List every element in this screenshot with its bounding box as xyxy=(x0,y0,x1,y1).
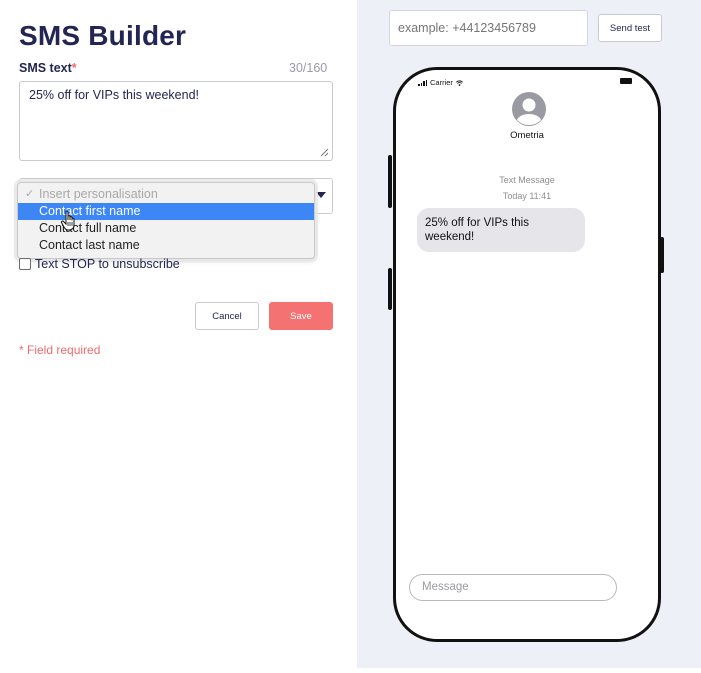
hand-pointer-icon xyxy=(60,210,75,231)
preview-panel: Send test Carrier Ometria Text Message T… xyxy=(357,0,701,668)
test-phone-input[interactable] xyxy=(389,10,588,46)
contact-name: Ometria xyxy=(510,130,544,141)
battery-icon xyxy=(620,78,632,84)
person-avatar-icon xyxy=(512,92,546,126)
status-bar: Carrier xyxy=(418,78,463,87)
dropdown-option-placeholder: ✓ Insert personalisation xyxy=(18,186,314,203)
check-icon: ✓ xyxy=(25,188,35,200)
required-asterisk: * xyxy=(71,61,77,75)
resize-handle-icon[interactable] xyxy=(320,148,329,157)
sms-text-value: 25% off for VIPs this weekend! xyxy=(29,88,200,102)
carrier-label: Carrier xyxy=(430,78,453,87)
send-test-button[interactable]: Send test xyxy=(598,14,662,42)
message-timestamp: Today 11:41 xyxy=(502,191,552,201)
message-type-label: Text Message xyxy=(499,175,555,185)
signal-bars-icon xyxy=(418,79,427,86)
phone-volume-down-button xyxy=(388,268,392,310)
dropdown-option-label: Contact last name xyxy=(39,238,140,252)
cancel-button[interactable]: Cancel xyxy=(195,302,259,330)
dropdown-option-label: Insert personalisation xyxy=(39,187,158,201)
save-button[interactable]: Save xyxy=(269,302,333,330)
stop-checkbox[interactable] xyxy=(19,258,31,270)
sms-builder-panel: SMS Builder SMS text* 30/160 25% off for… xyxy=(0,0,357,673)
stop-unsubscribe-row[interactable]: Text STOP to unsubscribe xyxy=(19,257,180,271)
dropdown-option-contact-last-name[interactable]: Contact last name xyxy=(18,237,314,254)
message-input[interactable]: Message xyxy=(409,574,617,601)
phone-mockup: Carrier Ometria Text Message Today 11:41… xyxy=(393,67,661,642)
message-bubble: 25% off for VIPs this weekend! xyxy=(417,208,585,252)
phone-power-button xyxy=(660,237,664,273)
phone-volume-up-button xyxy=(388,155,392,208)
stop-checkbox-label: Text STOP to unsubscribe xyxy=(35,257,180,271)
character-counter: 30/160 xyxy=(289,61,328,75)
sms-text-area[interactable]: 25% off for VIPs this weekend! xyxy=(19,81,333,161)
dropdown-option-label: Contact full name xyxy=(39,221,137,235)
wifi-icon xyxy=(455,79,463,86)
message-bubble-text: 25% off for VIPs this weekend! xyxy=(425,217,529,243)
page-title: SMS Builder xyxy=(19,20,187,51)
sms-text-label-text: SMS text xyxy=(19,61,72,75)
sms-text-label: SMS text* xyxy=(19,61,77,75)
field-required-note: * Field required xyxy=(19,343,101,357)
dropdown-option-label: Contact first name xyxy=(39,204,141,218)
triangle-down-icon[interactable] xyxy=(316,192,326,198)
